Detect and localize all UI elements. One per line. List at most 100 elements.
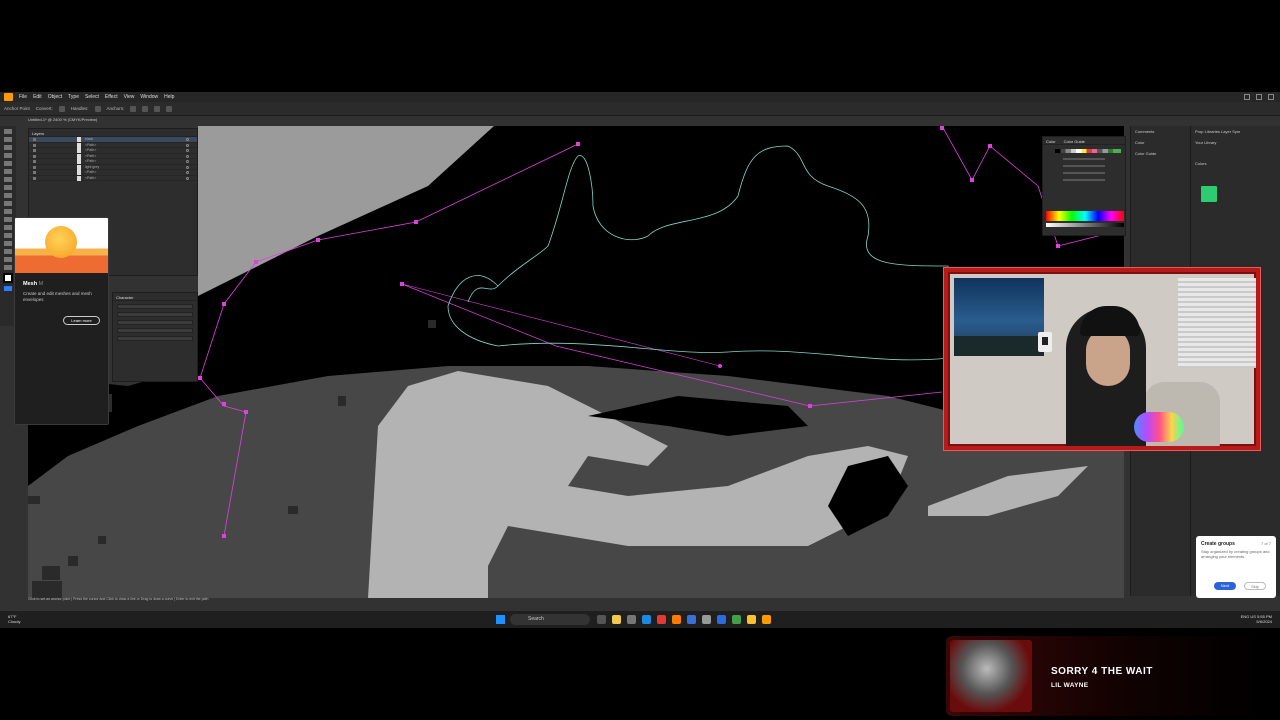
color-slider-y[interactable] (1063, 172, 1105, 174)
color-slider-k[interactable] (1063, 179, 1105, 181)
character-panel-title[interactable]: Character (113, 293, 197, 301)
visibility-eye-icon[interactable] (33, 138, 36, 141)
windows-start-icon[interactable] (496, 615, 505, 624)
target-circle-icon[interactable] (186, 154, 189, 158)
grayscale-ramp[interactable] (1046, 223, 1124, 227)
visibility-eye-icon[interactable] (33, 149, 36, 152)
tab-libraries[interactable]: Libraries (1205, 129, 1220, 134)
align-center-icon[interactable] (154, 105, 161, 112)
visibility-eye-icon[interactable] (33, 160, 36, 163)
anchor-point[interactable] (414, 220, 418, 224)
handle-point[interactable] (718, 364, 722, 368)
target-circle-icon[interactable] (186, 160, 189, 163)
next-button[interactable]: Next (1214, 582, 1236, 590)
free-transform-tool-icon[interactable] (4, 225, 12, 230)
anchors-icon[interactable] (130, 105, 137, 112)
skip-button[interactable]: Skip (1244, 582, 1266, 590)
target-circle-icon[interactable] (186, 165, 189, 169)
fill-stroke-swatch[interactable] (3, 273, 13, 283)
target-circle-icon[interactable] (186, 176, 189, 180)
tab-color-guide[interactable]: Color Guide (1064, 139, 1085, 144)
weather-widget[interactable]: 67°F Cloudy (8, 614, 20, 624)
shaper-tool-icon[interactable] (4, 185, 12, 190)
menu-view[interactable]: View (124, 94, 135, 100)
pen-tool-icon[interactable] (4, 145, 12, 150)
menu-type[interactable]: Type (68, 94, 79, 100)
shape-builder-tool-icon[interactable] (4, 233, 12, 238)
system-tray[interactable]: ENG US 5:55 PM 5/6/2024 (1241, 614, 1272, 624)
app-blue2-icon[interactable] (717, 615, 726, 624)
anchor-point[interactable] (222, 402, 226, 406)
menu-effect[interactable]: Effect (105, 94, 118, 100)
anchor-point[interactable] (222, 534, 226, 538)
rotate-tool-icon[interactable] (4, 201, 12, 206)
visibility-eye-icon[interactable] (33, 165, 36, 169)
anchor-point[interactable] (222, 302, 226, 306)
anchor-point[interactable] (316, 238, 320, 242)
file-explorer-icon[interactable] (612, 615, 621, 624)
document-tab[interactable]: Untitled-1* @ 2400 % (CMYK/Preview) (28, 117, 97, 124)
visibility-eye-icon[interactable] (33, 154, 36, 158)
leading-field[interactable] (117, 328, 193, 333)
anchor-point[interactable] (576, 142, 580, 146)
edge-icon[interactable] (642, 615, 651, 624)
brush-tool-icon[interactable] (4, 177, 12, 182)
menu-help[interactable]: Help (164, 94, 174, 100)
target-circle-icon[interactable] (186, 149, 189, 152)
visibility-eye-icon[interactable] (33, 176, 36, 180)
taskbar-search[interactable]: Search (510, 614, 590, 625)
rectangle-tool-icon[interactable] (4, 169, 12, 174)
convert-corner-icon[interactable] (58, 105, 65, 112)
mesh-tool-icon[interactable] (4, 241, 12, 246)
anchor-point[interactable] (940, 126, 944, 130)
gradient-tool-icon[interactable] (4, 249, 12, 254)
tab-color[interactable]: Color (1046, 139, 1056, 144)
color-slider-c[interactable] (1063, 158, 1105, 160)
app-red-icon[interactable] (657, 615, 666, 624)
direct-selection-tool-icon[interactable] (4, 137, 12, 142)
color-slider-m[interactable] (1063, 165, 1105, 167)
tab-layers[interactable]: Layer (1221, 129, 1231, 134)
handles-icon[interactable] (94, 105, 101, 112)
menu-edit[interactable]: Edit (33, 94, 42, 100)
draw-mode-icon[interactable] (4, 286, 12, 291)
app-grey-icon[interactable] (702, 615, 711, 624)
task-view-icon[interactable] (597, 615, 606, 624)
teal-traced-path[interactable] (447, 145, 949, 361)
scale-tool-icon[interactable] (4, 209, 12, 214)
tab-properties[interactable]: Prop (1195, 129, 1203, 134)
your-library-label[interactable]: Your Library (1191, 137, 1280, 148)
recent-colors-swatches[interactable] (1055, 149, 1121, 153)
line-tool-icon[interactable] (4, 161, 12, 166)
anchor-point[interactable] (970, 178, 974, 182)
tracking-field[interactable] (117, 336, 193, 341)
target-circle-icon[interactable] (186, 138, 189, 141)
layers-panel-title[interactable]: Layers (29, 129, 197, 137)
menu-window[interactable]: Window (140, 94, 158, 100)
dock-color[interactable]: Color (1131, 137, 1190, 148)
anchor-point[interactable] (244, 410, 248, 414)
library-color-swatch[interactable] (1201, 186, 1217, 202)
align-right-icon[interactable] (166, 105, 173, 112)
store-icon[interactable] (627, 615, 636, 624)
visibility-eye-icon[interactable] (33, 143, 36, 147)
anchor-point[interactable] (400, 282, 404, 286)
tab-symbols[interactable]: Sym (1232, 129, 1240, 134)
font-family-field[interactable] (117, 304, 193, 309)
zoom-tool-icon[interactable] (4, 265, 12, 270)
width-tool-icon[interactable] (4, 217, 12, 222)
anchor-point[interactable] (808, 404, 812, 408)
selection-tool-icon[interactable] (4, 129, 12, 134)
ai-icon[interactable] (762, 615, 771, 624)
align-left-icon[interactable] (142, 105, 149, 112)
menu-object[interactable]: Object (48, 94, 62, 100)
target-circle-icon[interactable] (186, 171, 189, 174)
anchor-point[interactable] (988, 144, 992, 148)
menu-file[interactable]: File (19, 94, 27, 100)
minimize-icon[interactable] (1244, 94, 1250, 100)
anchor-point[interactable] (198, 376, 202, 380)
dock-comments[interactable]: Comments (1131, 126, 1190, 137)
eyedropper-tool-icon[interactable] (4, 257, 12, 262)
maximize-icon[interactable] (1256, 94, 1262, 100)
illustrator-taskbar-icon[interactable] (672, 615, 681, 624)
